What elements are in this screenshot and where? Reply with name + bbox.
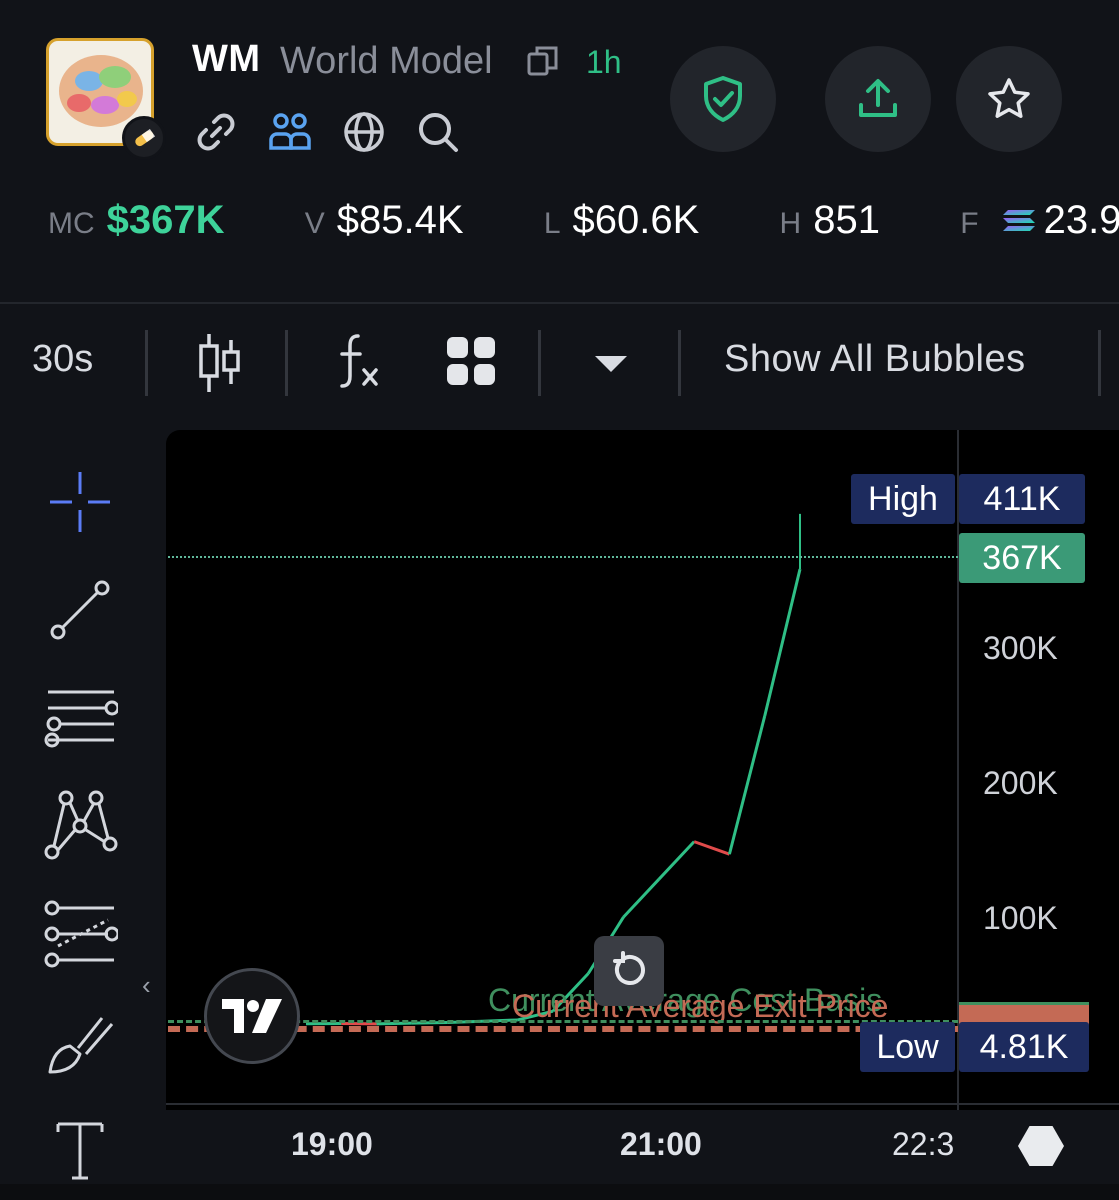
fees-value: 23.92 bbox=[1043, 198, 1119, 242]
toolbar-separator bbox=[678, 330, 681, 396]
show-bubbles-button[interactable]: Show All Bubbles bbox=[724, 338, 1026, 381]
globe-icon[interactable] bbox=[340, 108, 388, 156]
settings-hexagon-icon[interactable] bbox=[1018, 1126, 1064, 1166]
bottom-bar bbox=[0, 1184, 1119, 1200]
collapse-tools-icon[interactable]: ‹ bbox=[142, 970, 151, 1001]
high-value: 411K bbox=[959, 474, 1085, 524]
brush-icon bbox=[48, 1017, 114, 1074]
liquidity-value: $60.6K bbox=[572, 198, 700, 242]
toolbar-separator bbox=[285, 330, 288, 396]
current-price-line bbox=[168, 556, 958, 558]
parallel-lines-icon bbox=[44, 690, 118, 748]
link-icon[interactable] bbox=[192, 108, 240, 156]
pill-badge-icon bbox=[122, 116, 166, 160]
trend-line-icon bbox=[50, 580, 110, 640]
pattern-icon bbox=[44, 790, 118, 860]
volume-value: $85.4K bbox=[336, 198, 464, 242]
candlestick-icon bbox=[199, 334, 240, 392]
tradingview-logo[interactable] bbox=[204, 968, 300, 1064]
chevron-down-icon bbox=[595, 356, 627, 372]
fib-tool[interactable] bbox=[30, 894, 130, 974]
search-icon[interactable] bbox=[414, 108, 462, 156]
crosshair-tool[interactable] bbox=[30, 462, 130, 542]
reset-chart-button[interactable] bbox=[594, 936, 664, 1006]
header-divider bbox=[0, 302, 1119, 304]
price-segment bbox=[657, 840, 696, 881]
share-button[interactable] bbox=[825, 46, 931, 152]
grid-icon bbox=[447, 337, 495, 385]
holders-value: 851 bbox=[813, 198, 880, 242]
stat-mc: MC $367K bbox=[48, 198, 225, 242]
text-icon bbox=[56, 1122, 104, 1180]
token-stats: MC$367K V$85.4K L$60.6K H851 F 23.92 bbox=[48, 198, 1119, 243]
x-tick-label: 22:3 bbox=[892, 1126, 955, 1162]
stat-holders: H 851 bbox=[779, 198, 880, 242]
toolbar-separator bbox=[538, 330, 541, 396]
trend-line-tool[interactable] bbox=[30, 570, 130, 650]
token-name: World Model bbox=[280, 40, 493, 82]
indicators-button[interactable] bbox=[334, 332, 382, 397]
share-upload-icon bbox=[859, 79, 897, 117]
current-price-value: 367K bbox=[959, 533, 1085, 583]
layout-grid-button[interactable] bbox=[446, 336, 496, 391]
community-icon[interactable] bbox=[266, 108, 314, 156]
candlestick-type-button[interactable] bbox=[196, 332, 244, 399]
stat-volume: V $85.4K bbox=[304, 198, 464, 242]
x-tick-label: 19:00 bbox=[291, 1126, 373, 1162]
pattern-tool[interactable] bbox=[30, 786, 130, 866]
brush-tool[interactable] bbox=[30, 1002, 130, 1082]
toolbar-separator bbox=[1098, 330, 1101, 396]
price-segment bbox=[763, 568, 802, 717]
star-icon bbox=[988, 78, 1030, 118]
high-label: High bbox=[851, 474, 955, 524]
y-tick-label: 200K bbox=[983, 765, 1058, 801]
interval-selector[interactable]: 30s bbox=[32, 338, 93, 381]
copy-icon[interactable] bbox=[526, 44, 560, 78]
fibonacci-icon bbox=[44, 900, 118, 968]
low-value: 4.81K bbox=[959, 1022, 1089, 1072]
stat-liquidity: L $60.6K bbox=[543, 198, 700, 242]
market-cap-value: $367K bbox=[106, 198, 225, 242]
y-tick-label: 100K bbox=[983, 900, 1058, 936]
horizontal-lines-tool[interactable] bbox=[30, 678, 130, 758]
time-axis-divider bbox=[166, 1103, 1119, 1105]
tradingview-icon bbox=[222, 999, 282, 1033]
stat-fees: F 23.92 bbox=[960, 198, 1119, 242]
refresh-icon bbox=[613, 951, 645, 985]
solana-icon bbox=[1002, 210, 1035, 231]
price-segment bbox=[622, 878, 660, 919]
shield-check-icon bbox=[704, 76, 742, 122]
crosshair-icon bbox=[50, 472, 110, 532]
toolbar-separator bbox=[145, 330, 148, 396]
more-dropdown-button[interactable] bbox=[593, 354, 629, 379]
text-tool[interactable] bbox=[30, 1110, 130, 1190]
price-segment bbox=[727, 715, 767, 855]
favorite-button[interactable] bbox=[956, 46, 1062, 152]
social-links bbox=[192, 108, 462, 156]
y-tick-label: 300K bbox=[983, 630, 1058, 666]
function-fx-icon bbox=[340, 334, 378, 388]
token-ticker: WM bbox=[192, 38, 261, 80]
low-label: Low bbox=[860, 1022, 955, 1072]
price-segment bbox=[376, 1021, 412, 1026]
security-check-button[interactable] bbox=[670, 46, 776, 152]
x-tick-label: 21:00 bbox=[620, 1126, 702, 1162]
price-segment bbox=[693, 840, 730, 856]
token-age: 1h bbox=[586, 44, 622, 80]
